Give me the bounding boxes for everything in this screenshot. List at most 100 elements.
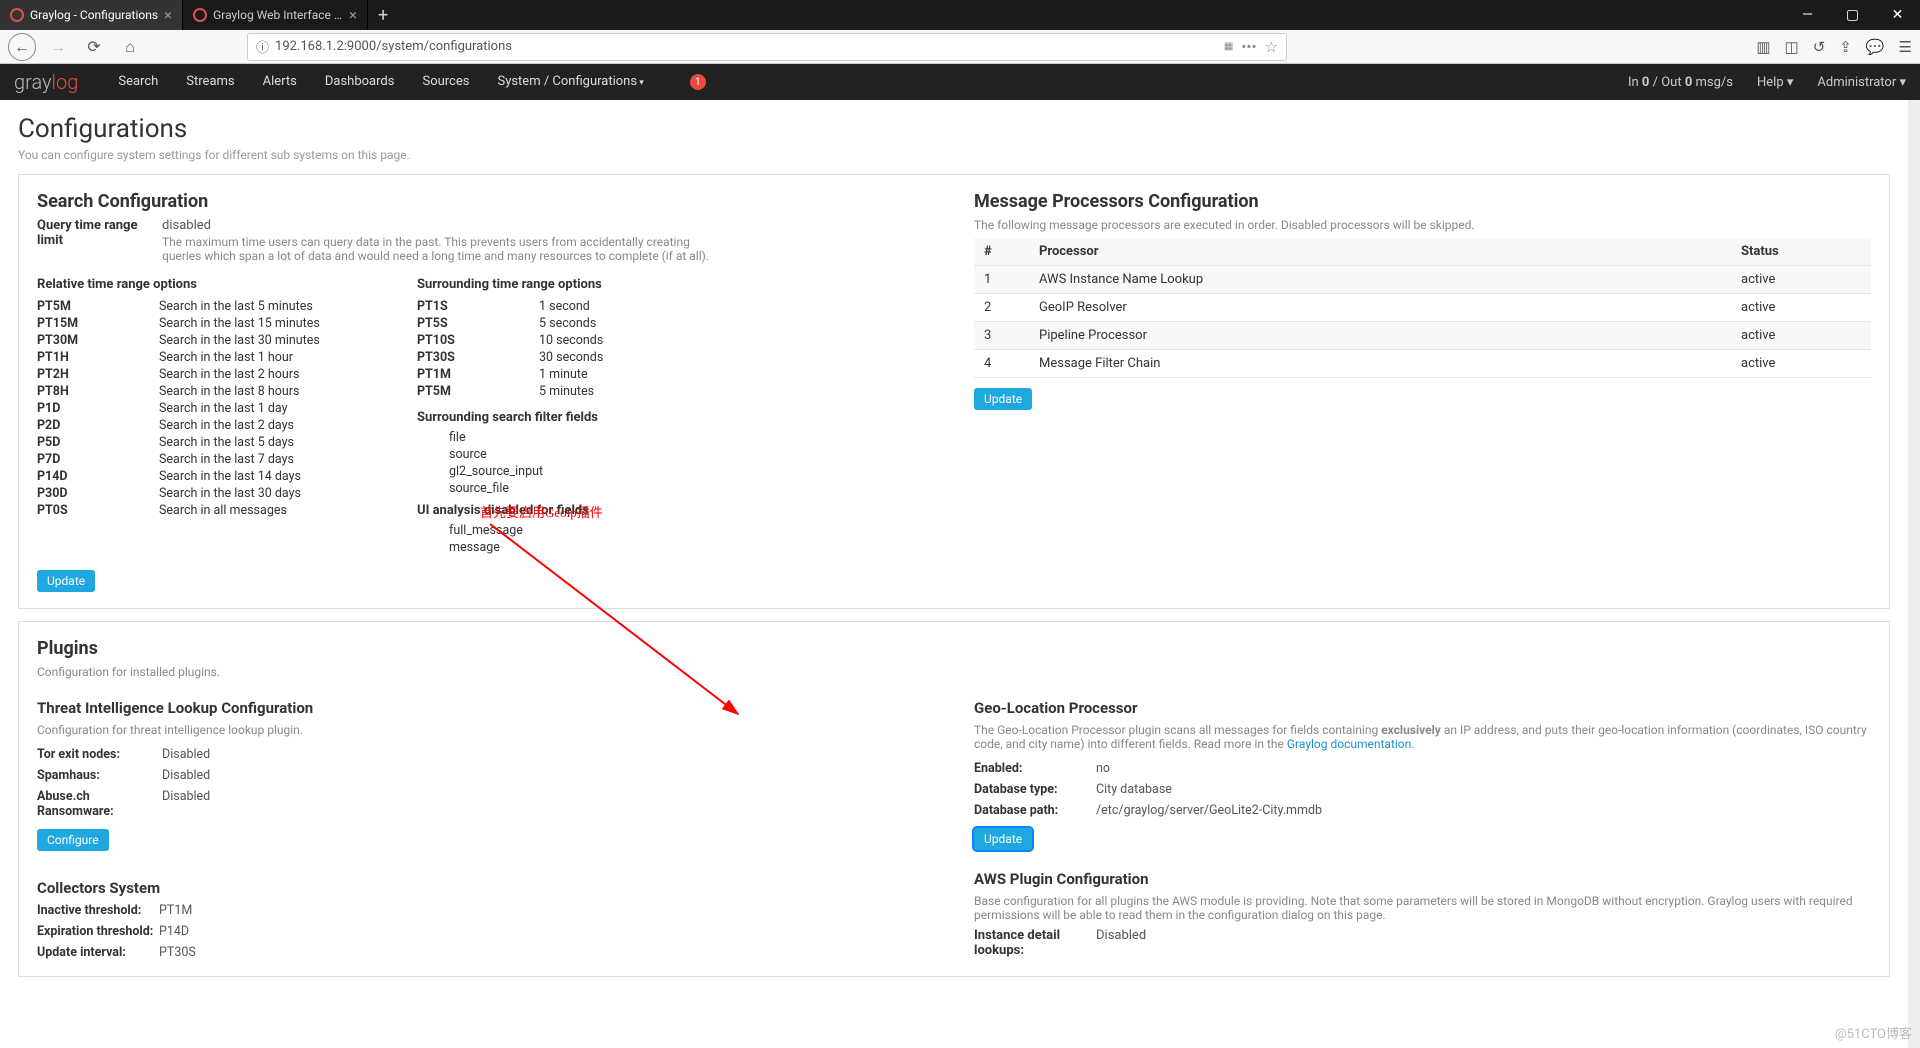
new-tab-button[interactable]: + <box>368 0 398 30</box>
disabled-field: message <box>417 539 603 556</box>
maximize-icon[interactable]: ▢ <box>1830 0 1875 30</box>
surround-option: PT30S30 seconds <box>417 349 603 366</box>
bookmark-icon[interactable]: ☆ <box>1265 38 1278 56</box>
col-processor: Processor <box>1029 238 1731 266</box>
home-button[interactable]: ⌂ <box>116 33 144 61</box>
filter-field: file <box>417 429 603 446</box>
favicon-icon <box>10 8 24 22</box>
back-button[interactable]: ← <box>8 33 36 61</box>
surround-option: PT5M5 minutes <box>417 383 603 400</box>
kv-row: Abuse.ch Ransomware:Disabled <box>37 789 934 819</box>
filter-field: gl2_source_input <box>417 463 603 480</box>
kv-row: Inactive threshold:PT1M <box>37 903 934 918</box>
user-menu[interactable]: Administrator ▾ <box>1817 75 1906 90</box>
aws-title: AWS Plugin Configuration <box>974 870 1871 888</box>
plugins-title: Plugins <box>37 638 1871 659</box>
kv-row: Expiration threshold:P14D <box>37 924 934 939</box>
forward-button[interactable]: → <box>44 33 72 61</box>
minimize-icon[interactable]: — <box>1785 0 1830 30</box>
relative-title: Relative time range options <box>37 277 377 292</box>
page-title: Configurations <box>18 114 1890 144</box>
tab-title: Graylog - Configurations <box>30 8 158 22</box>
relative-option: P30DSearch in the last 30 days <box>37 485 377 502</box>
limit-label: Query time range limit <box>37 218 162 263</box>
processors-table: # Processor Status 1AWS Instance Name Lo… <box>974 238 1871 378</box>
surround-option: PT1M1 minute <box>417 366 603 383</box>
history-icon[interactable]: ↺ <box>1813 38 1826 56</box>
update-search-button[interactable]: Update <box>37 570 95 592</box>
nav-streams[interactable]: Streams <box>186 74 234 90</box>
menu-icon[interactable]: ☰ <box>1899 38 1912 56</box>
update-geo-button[interactable]: Update <box>974 828 1032 850</box>
table-row: 3Pipeline Processoractive <box>974 322 1871 350</box>
processors-title: Message Processors Configuration <box>974 191 1871 212</box>
library-icon[interactable]: ▥ <box>1756 38 1770 56</box>
tab-title: Graylog Web Interface - Gra... <box>213 8 343 22</box>
nav-search[interactable]: Search <box>118 74 158 90</box>
page-subtitle: You can configure system settings for di… <box>18 148 1890 162</box>
aws-desc: Base configuration for all plugins the A… <box>974 894 1871 922</box>
relative-option: PT1HSearch in the last 1 hour <box>37 349 377 366</box>
surround-option: PT10S10 seconds <box>417 332 603 349</box>
relative-option: PT5MSearch in the last 5 minutes <box>37 298 377 315</box>
chat-icon[interactable]: 💬 <box>1866 38 1885 56</box>
relative-option: P5DSearch in the last 5 days <box>37 434 377 451</box>
update-processors-button[interactable]: Update <box>974 388 1032 410</box>
help-menu[interactable]: Help ▾ <box>1757 75 1793 90</box>
threat-sub: Configuration for threat intelligence lo… <box>37 723 934 737</box>
surround-option: PT1S1 second <box>417 298 603 315</box>
kv-row: Update interval:PT30S <box>37 945 934 960</box>
url-bar[interactable]: ⓘ 192.168.1.2:9000/system/configurations… <box>247 33 1287 61</box>
nav-sources[interactable]: Sources <box>422 74 469 90</box>
limit-desc: The maximum time users can query data in… <box>162 235 732 263</box>
nav-dashboards[interactable]: Dashboards <box>325 74 395 90</box>
notification-badge[interactable]: 1 <box>690 74 706 90</box>
close-icon[interactable]: × <box>349 6 357 24</box>
aws-val: Disabled <box>1096 928 1146 958</box>
reload-button[interactable]: ⟳ <box>80 33 108 61</box>
configure-threat-button[interactable]: Configure <box>37 829 109 851</box>
surround-title: Surrounding time range options <box>417 277 603 292</box>
plugins-sub: Configuration for installed plugins. <box>37 665 1871 679</box>
logo[interactable]: graylog <box>14 70 78 95</box>
kv-row: Tor exit nodes:Disabled <box>37 747 934 762</box>
surround-option: PT5S5 seconds <box>417 315 603 332</box>
sidebar-icon[interactable]: ◫ <box>1785 38 1799 56</box>
processors-sub: The following message processors are exe… <box>974 218 1871 232</box>
threat-title: Threat Intelligence Lookup Configuration <box>37 699 934 717</box>
table-row: 4Message Filter Chainactive <box>974 350 1871 378</box>
browser-tab[interactable]: Graylog - Configurations × <box>0 0 183 30</box>
kv-row: Database type:City database <box>974 782 1871 797</box>
col-num: # <box>974 238 1029 266</box>
plugins-panel: Plugins Configuration for installed plug… <box>18 621 1890 977</box>
search-config-title: Search Configuration <box>37 191 934 212</box>
browser-tab[interactable]: Graylog Web Interface - Gra... × <box>183 0 368 30</box>
close-icon[interactable]: × <box>164 6 172 24</box>
geo-desc: The Geo-Location Processor plugin scans … <box>974 723 1871 751</box>
more-icon[interactable]: ••• <box>1241 38 1256 56</box>
relative-option: P1DSearch in the last 1 day <box>37 400 377 417</box>
config-panel: Search Configuration Query time range li… <box>18 174 1890 609</box>
col-status: Status <box>1731 238 1871 266</box>
nav-system[interactable]: System / Configurations <box>497 74 643 90</box>
throughput: In 0 / Out 0 msg/s <box>1628 75 1733 90</box>
disabled-field: full_message <box>417 522 603 539</box>
geo-title: Geo-Location Processor <box>974 699 1871 717</box>
share-icon[interactable]: ⇪ <box>1839 38 1852 56</box>
relative-option: PT2HSearch in the last 2 hours <box>37 366 377 383</box>
kv-row: Enabled:no <box>974 761 1871 776</box>
filter-field: source <box>417 446 603 463</box>
watermark: @51CTO博客 <box>1835 1023 1912 1042</box>
close-window-icon[interactable]: ✕ <box>1875 0 1920 30</box>
table-row: 2GeoIP Resolveractive <box>974 294 1871 322</box>
doc-link[interactable]: Graylog documentation <box>1287 737 1411 751</box>
qr-icon[interactable]: ▦ <box>1224 41 1233 52</box>
url-text: 192.168.1.2:9000/system/configurations <box>275 39 1216 54</box>
aws-key: Instance detail lookups: <box>974 928 1096 958</box>
favicon-icon <box>193 8 207 22</box>
kv-row: Database path:/etc/graylog/server/GeoLit… <box>974 803 1871 818</box>
nav-alerts[interactable]: Alerts <box>263 74 297 90</box>
kv-row: Spamhaus:Disabled <box>37 768 934 783</box>
app-navbar: graylog Search Streams Alerts Dashboards… <box>0 64 1920 100</box>
info-icon[interactable]: ⓘ <box>256 37 269 56</box>
